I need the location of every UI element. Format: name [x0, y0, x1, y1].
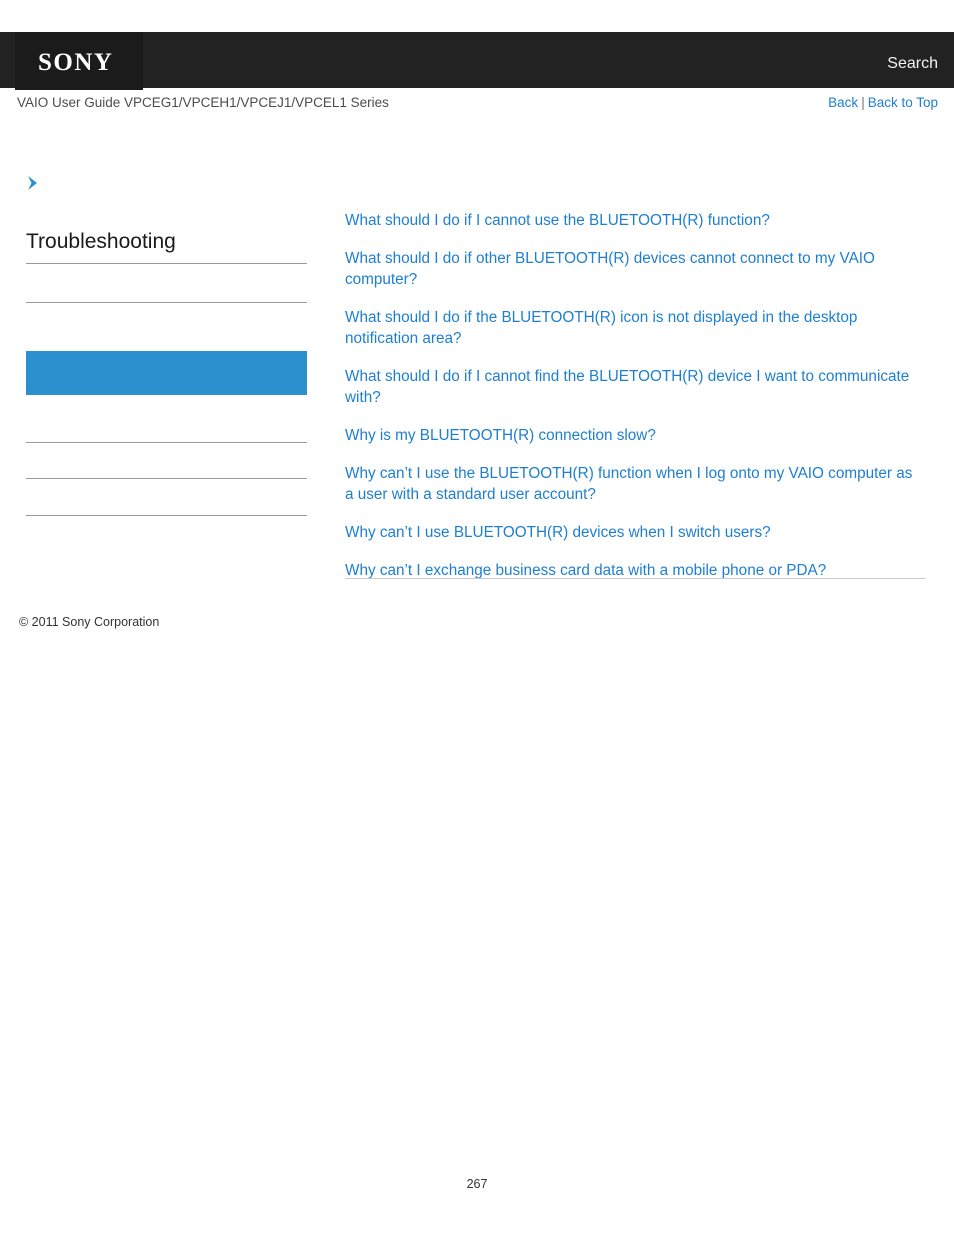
topic-link[interactable]: What should I do if the BLUETOOTH(R) ico…: [345, 307, 925, 349]
topic-link[interactable]: What should I do if other BLUETOOTH(R) d…: [345, 248, 925, 290]
topic-link[interactable]: Why is my BLUETOOTH(R) connection slow?: [345, 425, 925, 446]
page-number: 267: [466, 1177, 488, 1191]
nav-separator: |: [861, 95, 865, 110]
sidebar-item-6[interactable]: [26, 479, 307, 515]
sub-header: VAIO User Guide VPCEG1/VPCEH1/VPCEJ1/VPC…: [0, 96, 954, 126]
search-button[interactable]: Search: [887, 56, 938, 72]
sidebar-item-4[interactable]: [26, 396, 307, 442]
sidebar-item-2[interactable]: [26, 303, 307, 351]
topic-link[interactable]: What should I do if I cannot find the BL…: [345, 366, 925, 408]
sidebar-rule: [26, 515, 307, 516]
sidebar-item-selected[interactable]: [26, 351, 307, 395]
topic-link[interactable]: Why can’t I use the BLUETOOTH(R) functio…: [345, 463, 925, 505]
topic-link[interactable]: Why can’t I use BLUETOOTH(R) devices whe…: [345, 522, 925, 543]
sidebar-item-5[interactable]: [26, 443, 307, 478]
back-to-top-link[interactable]: Back to Top: [868, 95, 938, 110]
topic-link-list: What should I do if I cannot use the BLU…: [345, 210, 925, 598]
sidebar-item-1[interactable]: [26, 264, 307, 302]
topic-link[interactable]: What should I do if I cannot use the BLU…: [345, 210, 925, 231]
copyright-text: © 2011 Sony Corporation: [19, 615, 160, 629]
sidebar-title: Troubleshooting: [26, 230, 176, 253]
document-page: SONY Search VAIO User Guide VPCEG1/VPCEH…: [0, 0, 954, 1235]
chevron-right-icon[interactable]: [24, 173, 44, 193]
back-link[interactable]: Back: [828, 95, 858, 110]
header-nav-links: Back | Back to Top: [828, 96, 938, 110]
content-bottom-rule: [345, 578, 925, 579]
sony-logo-text[interactable]: SONY: [38, 50, 113, 75]
site-header-bar: [0, 32, 954, 88]
guide-title: VAIO User Guide VPCEG1/VPCEH1/VPCEJ1/VPC…: [17, 95, 389, 110]
